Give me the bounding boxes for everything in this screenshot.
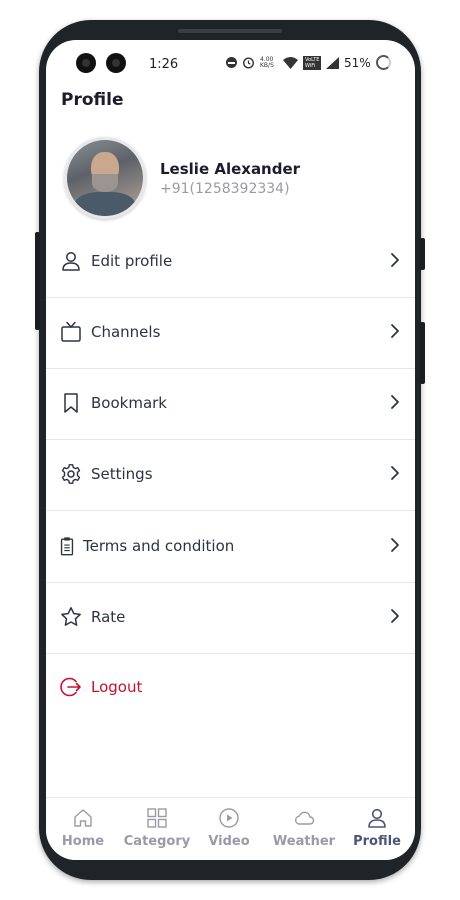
menu-item-label: Bookmark <box>91 394 167 412</box>
menu-item-label: Edit profile <box>91 252 173 270</box>
menu-item-channels[interactable]: Channels <box>46 298 415 369</box>
chevron-right-icon <box>391 466 399 480</box>
wifi-icon <box>283 56 298 69</box>
nav-label: Profile <box>353 834 401 849</box>
menu-item-label: Channels <box>91 323 161 341</box>
nav-label: Home <box>61 834 105 849</box>
status-icons: 4.00 KB/S VoLTE WiFi 51% <box>226 55 391 70</box>
volte-badge: VoLTE WiFi <box>303 55 321 70</box>
side-button <box>420 322 425 384</box>
power-button <box>420 238 425 270</box>
page-title: Profile <box>61 90 124 110</box>
menu-item-label: Rate <box>91 608 126 626</box>
grid-icon <box>147 808 167 828</box>
bookmark-icon <box>64 393 78 413</box>
battery-percent: 51% <box>344 55 371 70</box>
logout-button[interactable]: Logout <box>46 653 415 723</box>
star-icon <box>61 607 81 626</box>
avatar[interactable] <box>64 137 146 219</box>
menu-item-label: Terms and condition <box>83 537 235 555</box>
chevron-right-icon <box>391 324 399 338</box>
chevron-right-icon <box>391 538 399 552</box>
signal-icon <box>326 56 339 69</box>
user-phone: +91(1258392334) <box>160 181 290 197</box>
bottom-nav: Home Category Video Weather Profile <box>46 797 415 860</box>
nav-profile[interactable]: Profile <box>342 806 412 849</box>
cloud-icon <box>295 811 315 825</box>
do-not-disturb-icon <box>226 57 237 68</box>
chevron-right-icon <box>391 609 399 623</box>
nav-category[interactable]: Category <box>122 806 192 849</box>
avatar-photo <box>67 140 143 216</box>
logout-icon <box>60 677 81 697</box>
user-name: Leslie Alexander <box>160 160 301 178</box>
nav-label: Weather <box>272 834 336 849</box>
home-icon <box>74 809 92 827</box>
clipboard-icon <box>60 537 74 556</box>
screen: 1:26 4.00 KB/S VoLTE WiFi 51% Profile Le… <box>46 40 415 860</box>
play-icon <box>219 808 239 828</box>
nav-weather[interactable]: Weather <box>269 806 339 849</box>
menu-item-label: Settings <box>91 465 153 483</box>
user-icon <box>62 252 80 271</box>
menu-item-terms[interactable]: Terms and condition <box>46 512 415 583</box>
menu-item-edit-profile[interactable]: Edit profile <box>46 227 415 298</box>
nav-home[interactable]: Home <box>48 806 118 849</box>
chevron-right-icon <box>391 253 399 267</box>
earpiece <box>178 29 282 33</box>
network-speed: 4.00 KB/S <box>260 55 274 69</box>
status-time: 1:26 <box>149 57 179 72</box>
alarm-icon <box>242 57 255 69</box>
user-icon <box>368 808 386 828</box>
tv-icon <box>61 321 81 342</box>
nav-video[interactable]: Video <box>194 806 264 849</box>
status-bar: 1:26 4.00 KB/S VoLTE WiFi 51% <box>46 40 415 88</box>
front-camera <box>76 53 96 73</box>
gear-icon <box>61 464 81 484</box>
front-camera <box>106 53 126 73</box>
battery-icon <box>375 55 391 70</box>
logout-label: Logout <box>91 678 143 696</box>
menu-item-bookmark[interactable]: Bookmark <box>46 369 415 440</box>
menu-item-settings[interactable]: Settings <box>46 440 415 511</box>
chevron-right-icon <box>391 395 399 409</box>
nav-label: Category <box>123 834 191 849</box>
volume-button <box>35 232 40 330</box>
menu-item-rate[interactable]: Rate <box>46 583 415 654</box>
nav-label: Video <box>208 834 250 849</box>
